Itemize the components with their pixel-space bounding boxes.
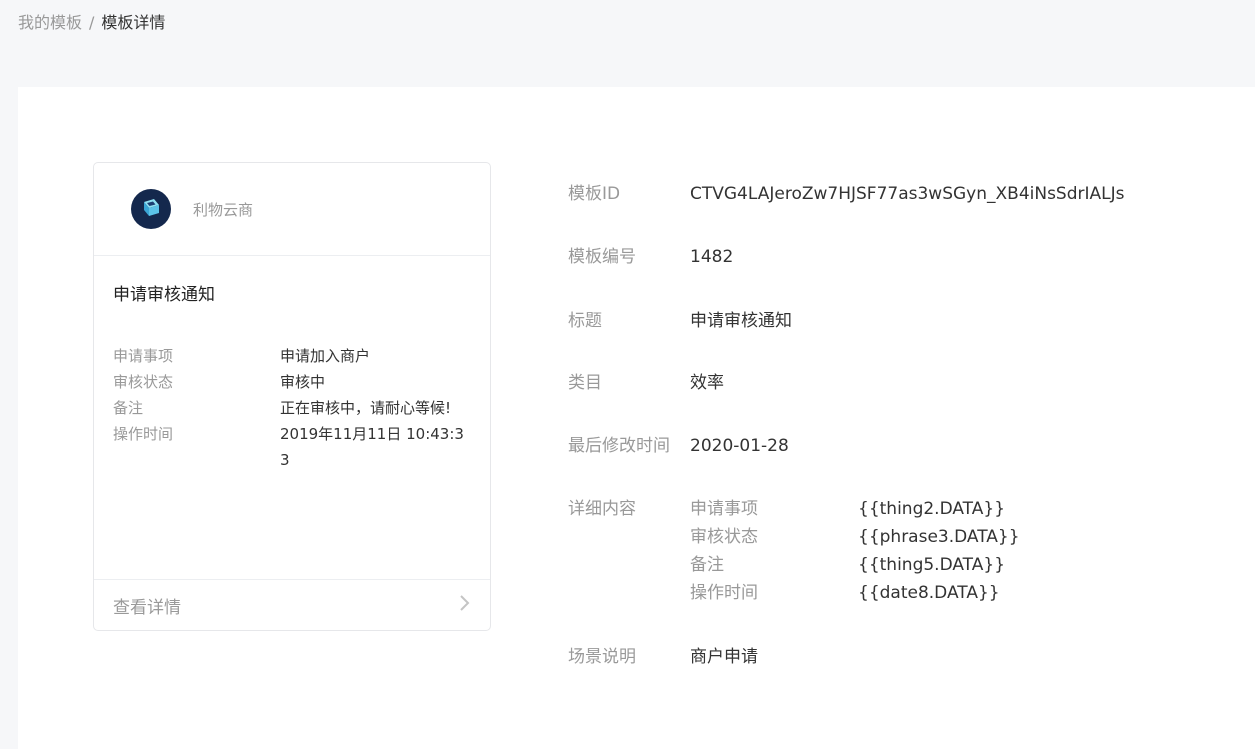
card-field-value: 正在审核中，请耐心等候! bbox=[280, 399, 452, 417]
card-title: 申请审核通知 bbox=[113, 285, 215, 305]
title-value: 申请审核通知 bbox=[690, 311, 792, 331]
brand-name: 利物云商 bbox=[193, 200, 254, 219]
card-field-label: 申请事项 bbox=[113, 347, 174, 365]
template-preview-card: 利物云商 申请审核通知 申请事项 申请加入商户 审核状态 审核中 备注 正在审核… bbox=[93, 162, 491, 631]
card-field-value: 2019年11月11日 10:43:33 bbox=[280, 425, 464, 469]
keyword-placeholder: {{phrase3.DATA}} bbox=[858, 527, 1020, 547]
card-field: 申请事项 申请加入商户 bbox=[113, 343, 473, 369]
breadcrumb-current: 模板详情 bbox=[101, 13, 166, 32]
template-id-value: CTVG4LAJeroZw7HJSF77as3wSGyn_XB4iNsSdrIA… bbox=[690, 184, 1125, 204]
scene-row: 场景说明 商户申请 bbox=[568, 643, 758, 671]
category-row: 类目 效率 bbox=[568, 369, 724, 397]
content-label: 详细内容 bbox=[568, 499, 636, 519]
template-number-value: 1482 bbox=[690, 247, 734, 267]
scene-label: 场景说明 bbox=[568, 647, 636, 667]
list-item: 备注 {{thing5.DATA}} bbox=[690, 551, 1020, 579]
category-value: 效率 bbox=[690, 373, 724, 393]
main-panel: 利物云商 申请审核通知 申请事项 申请加入商户 审核状态 审核中 备注 正在审核… bbox=[18, 87, 1255, 749]
keyword-name: 申请事项 bbox=[690, 499, 758, 519]
cube-logo-icon bbox=[139, 195, 163, 223]
category-label: 类目 bbox=[568, 373, 602, 393]
list-item: 申请事项 {{thing2.DATA}} bbox=[690, 495, 1020, 523]
card-header: 利物云商 bbox=[94, 163, 490, 256]
last-modified-row: 最后修改时间 2020-01-28 bbox=[568, 432, 789, 460]
last-modified-value: 2020-01-28 bbox=[690, 436, 789, 456]
keyword-name: 操作时间 bbox=[690, 583, 758, 603]
breadcrumb-my-templates[interactable]: 我的模板 bbox=[18, 12, 82, 34]
keyword-name: 审核状态 bbox=[690, 527, 758, 547]
template-id-label: 模板ID bbox=[568, 184, 621, 204]
breadcrumb: 我的模板 / 模板详情 bbox=[18, 12, 165, 34]
keyword-placeholder: {{thing2.DATA}} bbox=[858, 499, 1006, 519]
card-field-label: 操作时间 bbox=[113, 425, 174, 443]
list-item: 操作时间 {{date8.DATA}} bbox=[690, 579, 1020, 607]
view-details-link[interactable]: 查看详情 bbox=[94, 579, 490, 630]
title-label: 标题 bbox=[568, 311, 602, 331]
card-field-value: 审核中 bbox=[280, 373, 326, 391]
content-row: 详细内容 申请事项 {{thing2.DATA}} 审核状态 {{phrase3… bbox=[568, 495, 1020, 607]
card-field-label: 备注 bbox=[113, 399, 144, 417]
title-row: 标题 申请审核通知 bbox=[568, 307, 792, 335]
breadcrumb-separator: / bbox=[89, 13, 95, 32]
card-field: 操作时间 2019年11月11日 10:43:33 bbox=[113, 421, 473, 473]
list-item: 审核状态 {{phrase3.DATA}} bbox=[690, 523, 1020, 551]
content-keyword-list: 申请事项 {{thing2.DATA}} 审核状态 {{phrase3.DATA… bbox=[690, 495, 1020, 607]
card-field: 备注 正在审核中，请耐心等候! bbox=[113, 395, 473, 421]
brand-avatar bbox=[131, 189, 171, 229]
keyword-placeholder: {{date8.DATA}} bbox=[858, 583, 1000, 603]
keyword-name: 备注 bbox=[690, 555, 724, 575]
template-number-row: 模板编号 1482 bbox=[568, 243, 733, 271]
card-fields: 申请事项 申请加入商户 审核状态 审核中 备注 正在审核中，请耐心等候! 操作时… bbox=[113, 343, 473, 473]
template-number-label: 模板编号 bbox=[568, 247, 636, 267]
scene-value: 商户申请 bbox=[690, 647, 758, 667]
chevron-right-icon bbox=[458, 594, 470, 616]
last-modified-label: 最后修改时间 bbox=[568, 436, 670, 456]
view-details-label: 查看详情 bbox=[113, 597, 181, 618]
template-id-row: 模板ID CTVG4LAJeroZw7HJSF77as3wSGyn_XB4iNs… bbox=[568, 180, 1125, 208]
keyword-placeholder: {{thing5.DATA}} bbox=[858, 555, 1006, 575]
card-field-label: 审核状态 bbox=[113, 373, 174, 391]
card-field: 审核状态 审核中 bbox=[113, 369, 473, 395]
card-field-value: 申请加入商户 bbox=[280, 347, 371, 365]
